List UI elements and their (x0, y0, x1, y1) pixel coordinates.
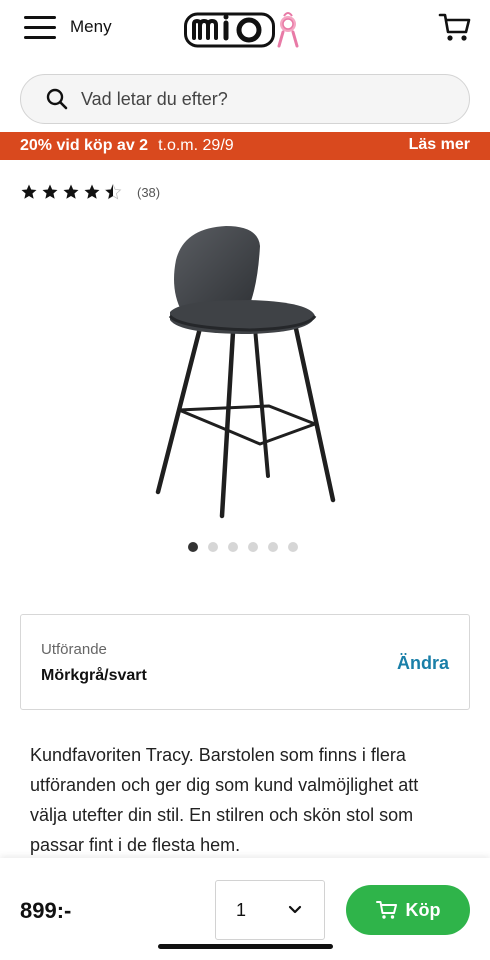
carousel-dot[interactable] (288, 542, 298, 552)
search-icon (46, 88, 68, 110)
star-icon (21, 184, 37, 199)
hamburger-icon (24, 14, 56, 40)
star-icon (63, 184, 79, 199)
promo-read-more-link[interactable]: Läs mer (409, 136, 470, 154)
buy-label: Köp (405, 899, 441, 920)
rating-count: (38) (137, 184, 161, 200)
change-variant-link[interactable]: Ändra (397, 653, 449, 674)
bar-stool-image[interactable] (140, 220, 350, 530)
variant-label: Utförande (41, 641, 107, 658)
quantity-value: 1 (236, 899, 247, 920)
mio-logo[interactable] (184, 8, 304, 50)
cart-icon (375, 901, 397, 919)
buy-button[interactable]: Köp (346, 885, 470, 935)
search-bar[interactable] (20, 74, 470, 124)
home-indicator[interactable] (158, 944, 333, 949)
menu-label: Meny (70, 17, 112, 36)
product-description: Kundfavoriten Tracy. Barstolen som finns… (30, 745, 419, 855)
promo-date: t.o.m. 29/9 (158, 137, 234, 154)
purchase-bar: 899:- 1 Köp (0, 858, 490, 960)
app-header: Meny (0, 0, 490, 62)
menu-button[interactable]: Meny (24, 14, 112, 40)
carousel-dot[interactable] (268, 542, 278, 552)
search-input[interactable] (81, 88, 441, 110)
carousel-dot[interactable] (228, 542, 238, 552)
carousel-dot[interactable] (248, 542, 258, 552)
cart-icon[interactable] (438, 10, 472, 44)
promo-banner: 20% vid köp av 2 t.o.m. 29/9 Läs mer (0, 132, 490, 160)
variant-value: Mörkgrå/svart (41, 667, 147, 684)
carousel-dot-active[interactable] (188, 542, 198, 552)
variant-selector[interactable]: Utförande Mörkgrå/svart Ändra (20, 614, 470, 710)
star-icon (84, 184, 100, 199)
carousel-dot[interactable] (208, 542, 218, 552)
promo-text: 20% vid köp av 2 (20, 137, 149, 154)
product-rating[interactable]: (38) (20, 183, 160, 201)
star-icon (42, 184, 58, 199)
image-carousel-dots (188, 542, 308, 552)
chevron-down-icon (288, 905, 302, 914)
half-star-icon (104, 183, 122, 200)
product-price: 899:- (20, 898, 72, 923)
rating-stars (20, 183, 125, 201)
quantity-select[interactable]: 1 (215, 880, 325, 940)
